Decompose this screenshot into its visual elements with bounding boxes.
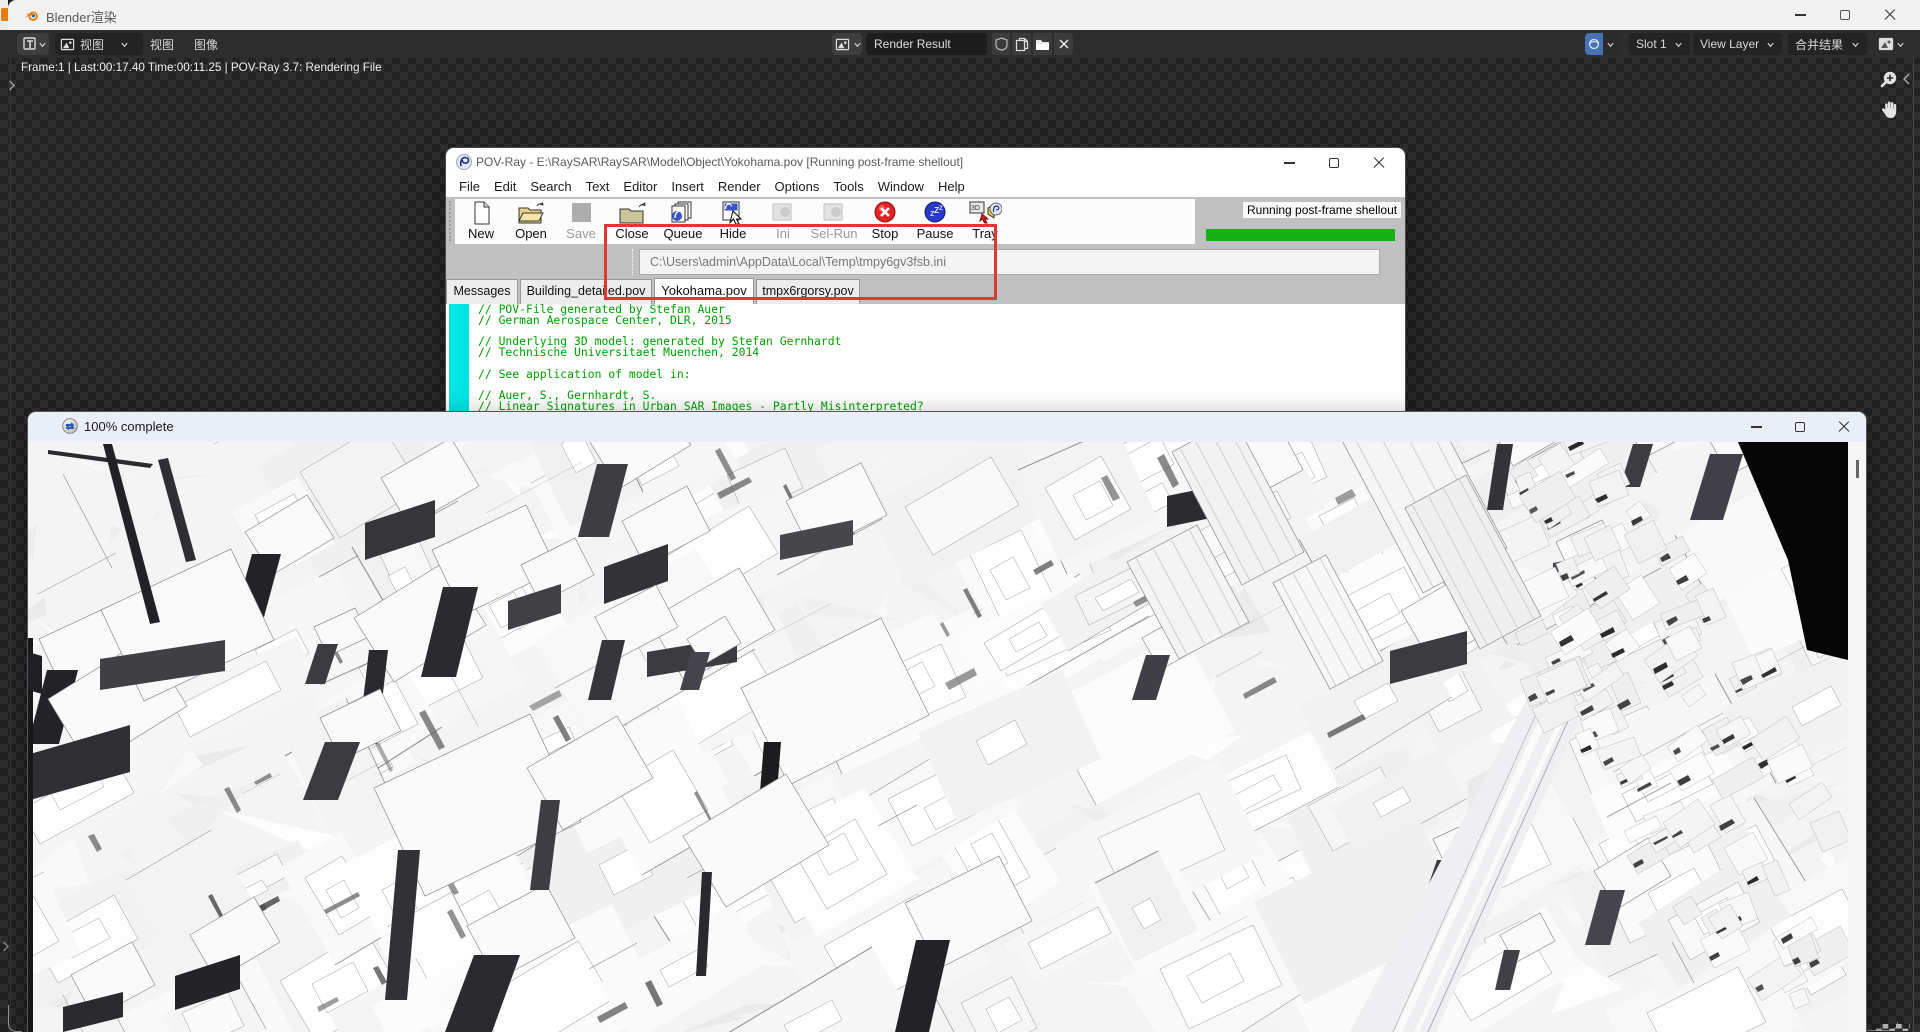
- svg-text:3D: 3D: [971, 205, 980, 212]
- svg-text:z: z: [939, 203, 943, 212]
